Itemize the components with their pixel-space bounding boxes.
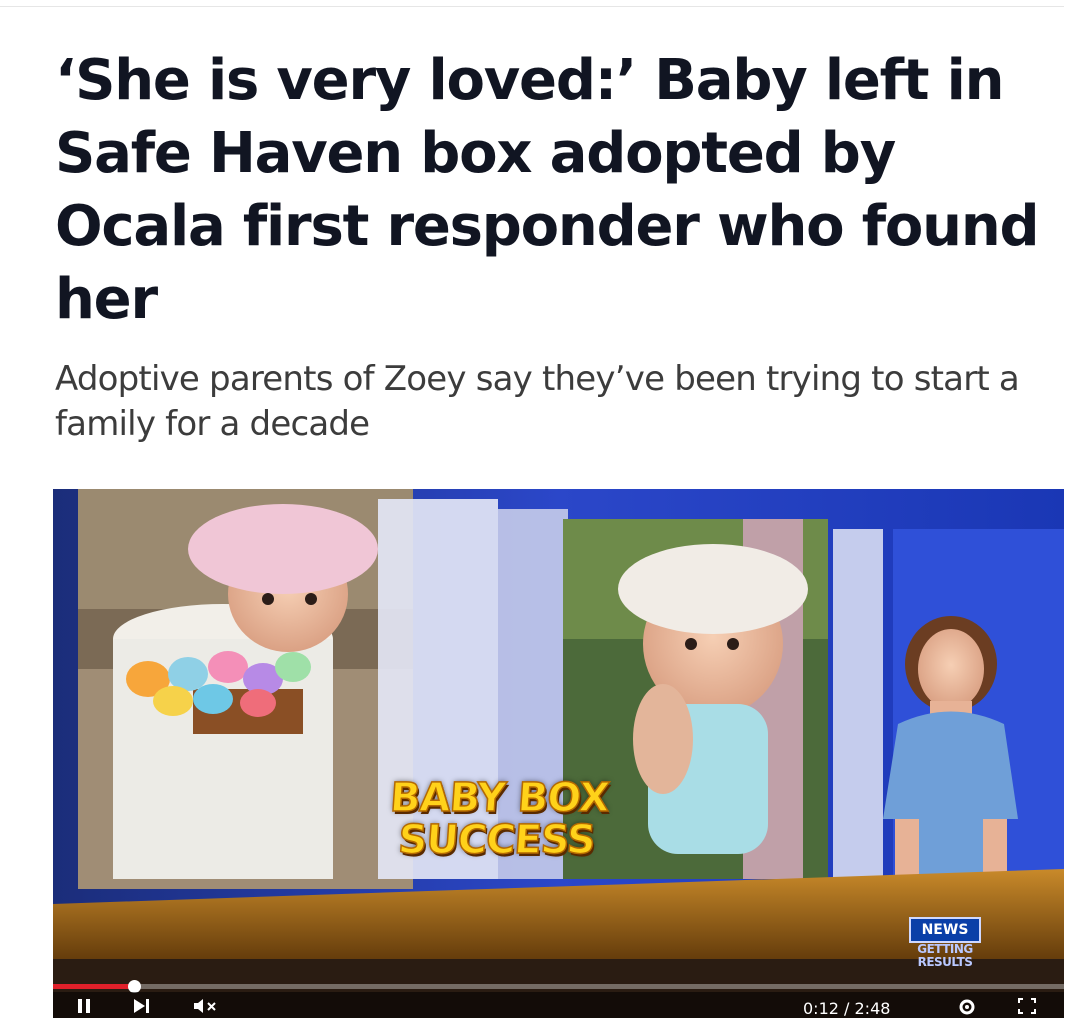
- lower-third-line: SUCCESS: [396, 816, 597, 864]
- current-time: 0:12: [803, 999, 839, 1018]
- station-logo-tagline-2: RESULTS: [917, 955, 973, 969]
- article-headline: ‘She is very loved:’ Baby left in Safe H…: [55, 48, 1040, 332]
- station-logo-tagline: GETTING RESULTS: [905, 943, 985, 969]
- lower-third-line: BABY BOX: [388, 774, 611, 822]
- duration: 2:48: [854, 999, 891, 1018]
- gear-icon[interactable]: [958, 998, 976, 1018]
- article-subheadline: Adoptive parents of Zoey say they’ve bee…: [55, 359, 1020, 444]
- video-player[interactable]: BABY BOX SUCCESS NEWS GETTING RESULTS 0:…: [53, 489, 1064, 1018]
- video-controls: 0:12 / 2:48: [53, 992, 1064, 1018]
- progress-bar[interactable]: [53, 980, 1064, 993]
- time-separator: /: [838, 999, 855, 1018]
- lower-third-graphic: BABY BOX SUCCESS: [340, 774, 656, 864]
- pause-icon[interactable]: [77, 998, 91, 1018]
- video-time: 0:12 / 2:48: [803, 999, 890, 1018]
- skip-next-icon[interactable]: [133, 998, 151, 1018]
- station-logo-news: NEWS: [909, 917, 981, 943]
- fullscreen-icon[interactable]: [1018, 998, 1036, 1018]
- volume-muted-icon[interactable]: [193, 998, 219, 1018]
- progress-bar-fill: [53, 984, 134, 989]
- top-divider: [0, 6, 1064, 7]
